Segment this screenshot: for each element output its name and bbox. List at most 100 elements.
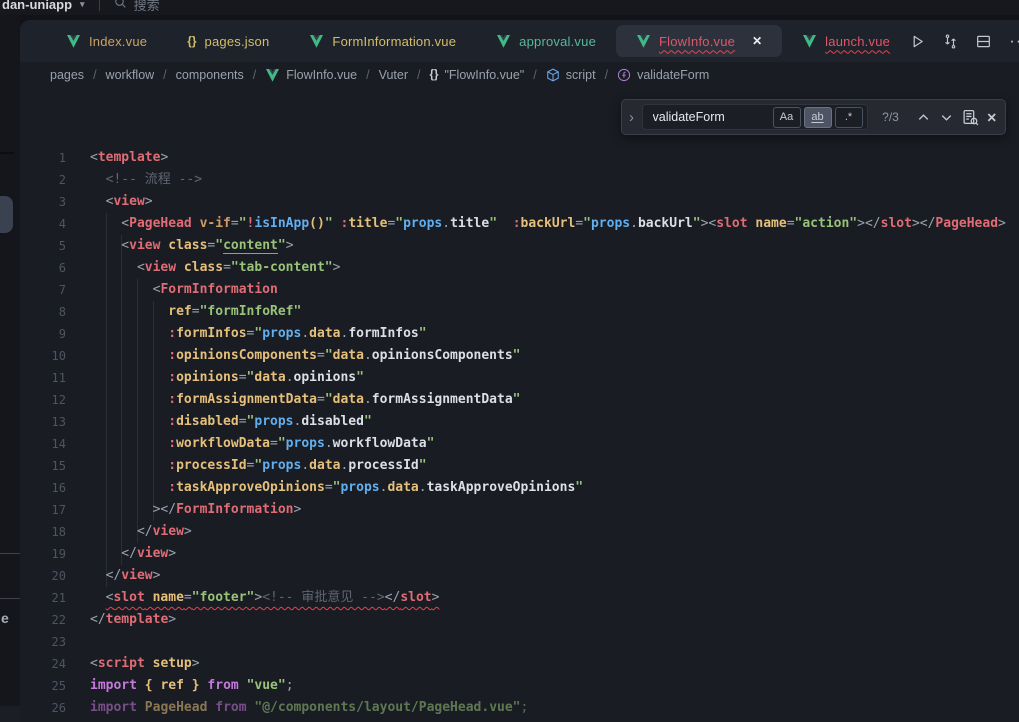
code-line[interactable]: 5<view class="content"> <box>20 235 1019 257</box>
regex-button[interactable]: .* <box>835 107 863 128</box>
code-line-content: <slot name="footer"><!-- 审批意见 --></slot> <box>66 587 1019 609</box>
run-icon[interactable] <box>910 34 925 49</box>
code-line[interactable]: 10:opinionsComponents="data.opinionsComp… <box>20 345 1019 367</box>
vue-icon <box>496 35 511 48</box>
find-input[interactable] <box>651 109 769 125</box>
breadcrumb-label: "FlowInfo.vue" <box>444 68 524 82</box>
code-line[interactable]: 7<FormInformation <box>20 279 1019 301</box>
next-match-button[interactable] <box>939 110 954 125</box>
breadcrumb-item--flowinfo-vue-[interactable]: {} "FlowInfo.vue" <box>430 68 525 82</box>
code-line[interactable]: 20</view> <box>20 565 1019 587</box>
breadcrumb-label: components <box>176 68 244 82</box>
tab-launch-vue[interactable]: launch.vue <box>782 25 910 57</box>
line-number: 23 <box>20 631 66 653</box>
code-line[interactable]: 6<view class="tab-content"> <box>20 257 1019 279</box>
braces-icon: {} <box>187 34 196 48</box>
tab-forminformation-vue[interactable]: FormInformation.vue <box>289 25 476 57</box>
code-line[interactable]: 17></FormInformation> <box>20 499 1019 521</box>
code-line[interactable]: 22</template> <box>20 609 1019 631</box>
code-line[interactable]: 4<PageHead v-if="!isInApp()" :title="pro… <box>20 213 1019 235</box>
more-actions-icon[interactable]: ··· <box>1009 31 1019 51</box>
vscode-window: dan-uniapp ▾ 搜索 e Index.vue {} <box>0 0 1019 722</box>
function-icon <box>617 68 631 82</box>
code-line[interactable]: 12:formAssignmentData="data.formAssignme… <box>20 389 1019 411</box>
code-line[interactable]: 1<template> <box>20 147 1019 169</box>
previous-match-button[interactable] <box>916 110 931 125</box>
find-results-count: ?/3 <box>878 110 904 124</box>
breadcrumb-label: pages <box>50 68 84 82</box>
code-line[interactable]: 16:taskApproveOpinions="props.data.taskA… <box>20 477 1019 499</box>
code-line[interactable]: 26import PageHead from "@/components/lay… <box>20 697 1019 719</box>
sidebar-partial-text: e <box>1 610 9 626</box>
line-number: 22 <box>20 609 66 631</box>
code-line[interactable]: 3<view> <box>20 191 1019 213</box>
toggle-replace-chevron[interactable]: › <box>622 109 642 126</box>
code-line-content: :formInfos="props.data.formInfos" <box>66 323 1019 345</box>
tab-pages-json[interactable]: {}pages.json <box>167 25 289 57</box>
breadcrumb: pages/workflow/components/FlowInfo.vue/V… <box>20 62 1019 88</box>
line-number: 24 <box>20 653 66 675</box>
sidebar-divider <box>0 152 14 154</box>
code-line[interactable]: 15:processId="props.data.processId" <box>20 455 1019 477</box>
code-line-content: import PageHead from "@/components/layou… <box>66 697 1019 719</box>
sidebar-selection-pill[interactable] <box>0 196 13 233</box>
line-number: 2 <box>20 169 66 191</box>
line-number: 21 <box>20 587 66 609</box>
breadcrumb-item-script[interactable]: script <box>546 68 596 82</box>
code-line[interactable]: 8ref="formInfoRef" <box>20 301 1019 323</box>
code-line[interactable]: 9:formInfos="props.data.formInfos" <box>20 323 1019 345</box>
project-menu-button[interactable]: dan-uniapp ▾ <box>2 0 85 12</box>
tab-index-vue[interactable]: Index.vue <box>46 25 167 57</box>
code-line-content: :disabled="props.disabled" <box>66 411 1019 433</box>
code-line-content: <!-- 流程 --> <box>66 169 1019 191</box>
module-icon <box>546 68 560 82</box>
breadcrumb-separator: / <box>93 68 96 82</box>
breadcrumb-item-validateform[interactable]: validateForm <box>617 68 709 82</box>
match-case-button[interactable]: Aa <box>773 107 801 128</box>
breadcrumb-item-components[interactable]: components <box>176 68 244 82</box>
main-area: e Index.vue {}pages.jsonFormInformation.v… <box>0 15 1019 722</box>
global-search-button[interactable]: 搜索 <box>114 0 160 14</box>
code-line-content: ref="formInfoRef" <box>66 301 1019 323</box>
code-line[interactable]: 24<script setup> <box>20 653 1019 675</box>
breadcrumb-item-flowinfo-vue[interactable]: FlowInfo.vue <box>265 68 357 82</box>
breadcrumb-separator: / <box>253 68 256 82</box>
code-line[interactable]: 23 <box>20 631 1019 653</box>
tab-label: launch.vue <box>825 34 890 49</box>
breadcrumb-item-workflow[interactable]: workflow <box>106 68 155 82</box>
code-line[interactable]: 19</view> <box>20 543 1019 565</box>
code-line[interactable]: 18</view> <box>20 521 1019 543</box>
code-line[interactable]: 14:workflowData="props.workflowData" <box>20 433 1019 455</box>
braces-icon: {} <box>430 69 439 81</box>
line-number: 18 <box>20 521 66 543</box>
whole-word-button[interactable]: ab <box>804 107 832 128</box>
line-number: 12 <box>20 389 66 411</box>
code-line[interactable]: 13:disabled="props.disabled" <box>20 411 1019 433</box>
tab-label: Index.vue <box>89 34 147 49</box>
breadcrumb-separator: / <box>163 68 166 82</box>
open-changes-icon[interactable] <box>943 34 958 49</box>
tab-flowinfo-vue[interactable]: FlowInfo.vue ✕ <box>616 25 782 57</box>
code-line-content: :opinionsComponents="data.opinionsCompon… <box>66 345 1019 367</box>
close-icon[interactable]: ✕ <box>752 34 762 48</box>
search-icon <box>114 0 127 12</box>
tab-approval-vue[interactable]: approval.vue <box>476 25 616 57</box>
tab-label: FlowInfo.vue <box>659 34 735 49</box>
code-line-content: <script setup> <box>66 653 1019 675</box>
code-line-content: :workflowData="props.workflowData" <box>66 433 1019 455</box>
editor-pane[interactable]: 1<template>2<!-- 流程 -->3<view>4<PageHead… <box>20 88 1019 722</box>
project-name: dan-uniapp <box>2 0 72 12</box>
breadcrumb-label: validateForm <box>637 68 709 82</box>
close-find-icon[interactable]: ✕ <box>987 110 997 125</box>
split-editor-icon[interactable] <box>976 34 991 49</box>
code-line[interactable]: 21<slot name="footer"><!-- 审批意见 --></slo… <box>20 587 1019 609</box>
code-line[interactable]: 11:opinions="data.opinions" <box>20 367 1019 389</box>
code-line[interactable]: 25import { ref } from "vue"; <box>20 675 1019 697</box>
code-line-content: </view> <box>66 521 1019 543</box>
editor-group: Index.vue {}pages.jsonFormInformation.vue… <box>20 20 1019 722</box>
find-in-selection-button[interactable] <box>962 109 979 126</box>
code-line[interactable]: 2<!-- 流程 --> <box>20 169 1019 191</box>
breadcrumb-item-pages[interactable]: pages <box>50 68 84 82</box>
vue-icon <box>802 35 817 48</box>
breadcrumb-item-vuter[interactable]: Vuter <box>379 68 408 82</box>
